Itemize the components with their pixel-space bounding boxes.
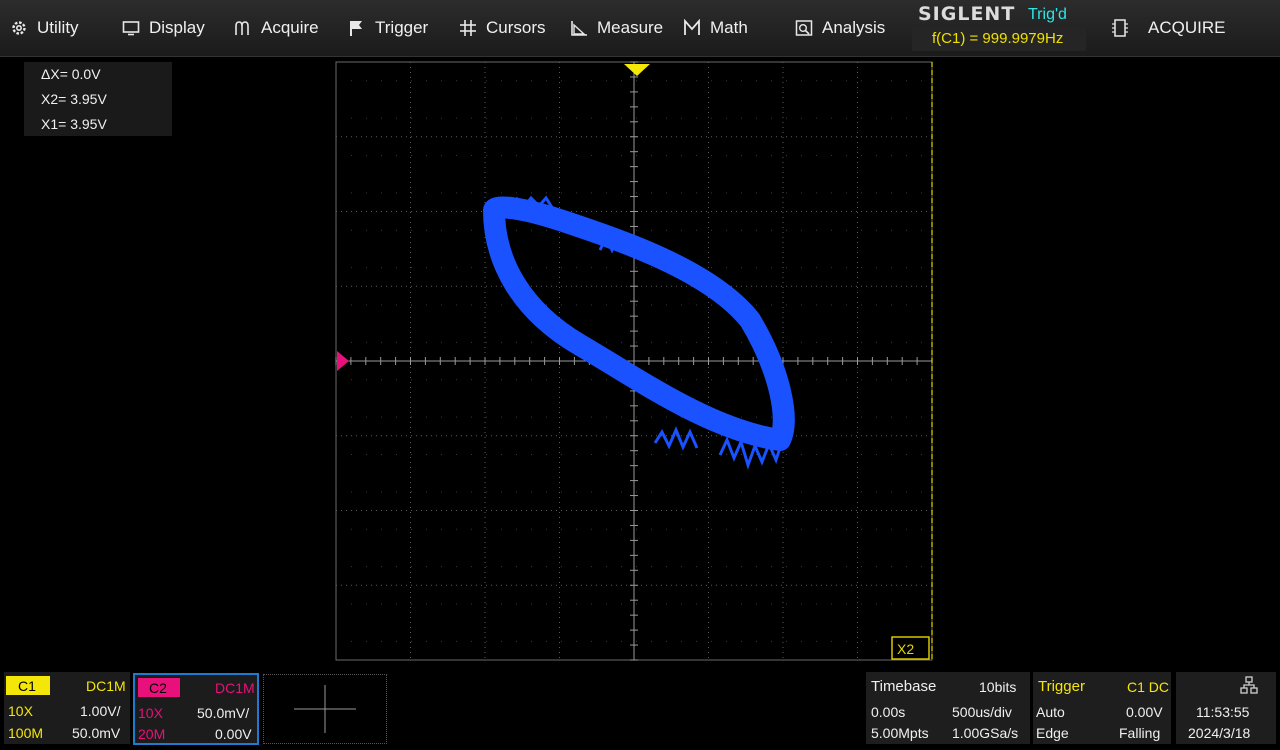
channel-2-bandwidth: 20M bbox=[138, 726, 166, 742]
timebase-scale: 500us/div bbox=[952, 704, 1012, 720]
add-channel-button[interactable] bbox=[263, 674, 387, 744]
timebase-delay: 0.00s bbox=[871, 704, 906, 720]
timebase-title: Timebase bbox=[871, 678, 937, 695]
trigger-mode: Auto bbox=[1036, 704, 1065, 720]
channel-2-offset: 0.00V bbox=[215, 726, 252, 742]
clock-date: 2024/3/18 bbox=[1188, 725, 1251, 741]
channel-1-scale: 1.00V/ bbox=[80, 703, 121, 719]
channel-1-panel[interactable]: C1 DC1M 10X 1.00V/ 100M 50.0mV bbox=[4, 672, 130, 744]
channel-1-coupling: DC1M bbox=[86, 678, 126, 694]
channel-2-coupling: DC1M bbox=[215, 680, 255, 696]
channel-1-offset: 50.0mV bbox=[72, 725, 121, 741]
timebase-panel[interactable]: Timebase 10bits 0.00s 500us/div 5.00Mpts… bbox=[866, 672, 1030, 744]
clock-time: 11:53:55 bbox=[1196, 704, 1250, 720]
channel-1-probe: 10X bbox=[8, 703, 33, 719]
trigger-panel[interactable]: Trigger C1 DC Auto 0.00V Edge Falling bbox=[1033, 672, 1171, 744]
channel-1-bandwidth: 100M bbox=[8, 725, 44, 741]
channel-2-probe: 10X bbox=[138, 705, 163, 721]
graticule bbox=[335, 61, 933, 661]
timebase-memory-depth: 5.00Mpts bbox=[871, 725, 929, 741]
trigger-level: 0.00V bbox=[1126, 704, 1163, 720]
xy-lissajous-trace bbox=[483, 196, 795, 451]
trigger-title: Trigger bbox=[1038, 678, 1085, 695]
timebase-bits: 10bits bbox=[979, 679, 1017, 695]
channel-2-scale: 50.0mV/ bbox=[197, 705, 250, 721]
cursor-x2-tag-label: X2 bbox=[897, 641, 914, 657]
waveform-display[interactable]: X2 bbox=[0, 0, 1280, 670]
timebase-sample-rate: 1.00GSa/s bbox=[952, 725, 1019, 741]
trigger-source: C1 DC bbox=[1127, 679, 1170, 695]
c2-ground-marker[interactable] bbox=[337, 351, 349, 371]
channel-1-name: C1 bbox=[18, 678, 36, 694]
trigger-slope: Falling bbox=[1119, 725, 1161, 741]
trigger-type: Edge bbox=[1036, 725, 1069, 741]
network-icon bbox=[1240, 676, 1258, 694]
clock-panel: 11:53:55 2024/3/18 bbox=[1176, 672, 1276, 744]
trigger-position-marker[interactable] bbox=[624, 64, 650, 76]
channel-2-name: C2 bbox=[149, 680, 167, 696]
plus-icon bbox=[294, 685, 356, 733]
channel-2-panel[interactable]: C2 DC1M 10X 50.0mV/ 20M 0.00V bbox=[133, 673, 259, 745]
